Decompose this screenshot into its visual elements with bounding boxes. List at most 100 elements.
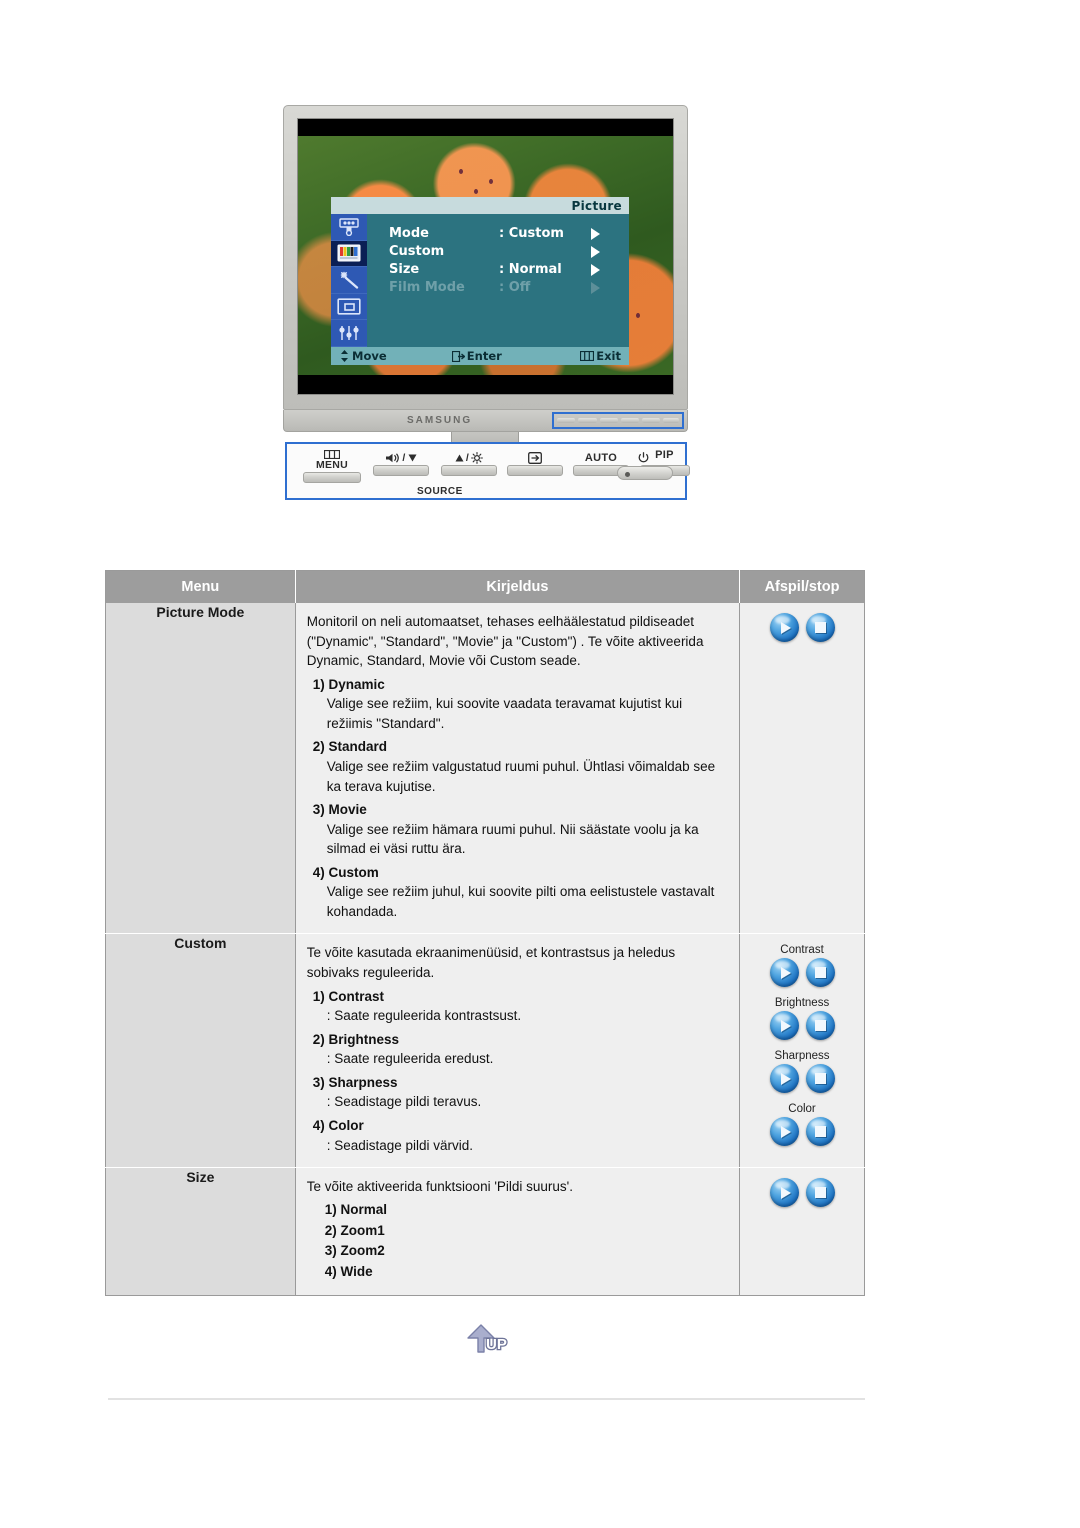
description-item-body: : Seadistage pildi teravus.	[326, 1094, 482, 1110]
description-intro: Te võite aktiveerida funktsiooni 'Pildi …	[306, 1179, 574, 1195]
auto-button-label: AUTO	[584, 452, 618, 464]
table-row: Size Te võite aktiveerida funktsiooni 'P…	[105, 1167, 865, 1296]
osd-footer-exit: Exit	[559, 349, 621, 363]
osd-item-list: Mode : Custom Custom Size : Normal Film …	[367, 214, 629, 347]
display-settings-icon[interactable]	[331, 214, 367, 241]
stop-icon[interactable]	[805, 1178, 835, 1208]
osd-row-mode[interactable]: Mode : Custom	[389, 225, 629, 242]
size-option: 4) Wide	[324, 1264, 373, 1280]
power-led	[625, 471, 630, 477]
table-header-row: Menu Kirjeldus Afspil/stop	[105, 570, 865, 603]
osd-body: Mode : Custom Custom Size : Normal Film …	[331, 214, 629, 347]
chevron-right-icon	[591, 263, 600, 276]
description-item-head: 2) Standard	[312, 739, 387, 755]
play-icon[interactable]	[769, 958, 799, 988]
mute-down-button[interactable]: /	[371, 452, 431, 476]
column-header-menu: Menu	[105, 570, 296, 603]
description-item-body: : Saate reguleerida kontrastsust.	[326, 1008, 522, 1024]
playstop-picture-mode	[739, 603, 865, 935]
column-header-playstop: Afspil/stop	[739, 570, 865, 603]
osd-title: Picture	[571, 198, 622, 213]
osd-menu: Picture Mode: Custom Custom Size: Norm…	[331, 197, 629, 365]
monitor-bezel: Picture Mode: Custom Custom Size: Norm…	[283, 105, 688, 410]
back-to-top-button[interactable]: UP UP	[462, 1322, 514, 1356]
osd-footer-move: Move	[339, 349, 452, 363]
chevron-up-icon	[455, 454, 464, 462]
up-brightness-button[interactable]: /	[439, 452, 499, 476]
power-button[interactable]	[617, 466, 673, 480]
osd-footer-enter: Enter	[451, 349, 559, 363]
chin-button[interactable]	[599, 418, 618, 423]
chin-button[interactable]	[620, 418, 640, 423]
play-icon[interactable]	[769, 1117, 799, 1147]
play-icon[interactable]	[769, 1178, 799, 1208]
description-item: 3) Sharpness : Seadistage pildi teravus.	[307, 1073, 729, 1112]
enter-source-key-cap[interactable]	[507, 465, 563, 476]
up-button-label-outline: UP	[486, 1336, 507, 1353]
description-item: 2) Standard Valige see režiim valgustatu…	[307, 737, 729, 796]
play-stop-group	[740, 1178, 864, 1212]
osd-title-bar: Picture	[331, 197, 629, 214]
stop-icon[interactable]	[805, 1011, 835, 1041]
play-icon[interactable]	[769, 613, 799, 642]
enter-source-button[interactable]	[505, 452, 565, 476]
osd-row-label: Size	[389, 262, 420, 277]
up-brightness-button-label: /	[465, 452, 470, 464]
mute-down-key-cap[interactable]	[373, 465, 429, 476]
description-item: 1) Dynamic Valige see režiim, kui soovit…	[307, 675, 729, 734]
chin-button[interactable]	[578, 418, 597, 423]
osd-row-value: : Custom	[499, 226, 564, 241]
stop-icon[interactable]	[805, 958, 835, 988]
osd-footer-enter-label: Enter	[466, 349, 502, 363]
play-stop-group-brightness: Brightness	[740, 997, 864, 1045]
play-stop-group-sharpness: Sharpness	[740, 1050, 864, 1098]
chin-button[interactable]	[642, 418, 661, 423]
stop-icon[interactable]	[805, 1117, 835, 1147]
color-bars-icon[interactable]	[331, 240, 367, 268]
description-item-head: 1) Contrast	[312, 988, 384, 1004]
play-group-label: Sharpness	[774, 1050, 830, 1063]
table-row: Custom Te võite kasutada ekraanimenüüsid…	[105, 933, 865, 1169]
enter-source-icon	[528, 452, 542, 464]
menu-icon	[324, 450, 340, 459]
osd-row-film-mode: Film Mode : Off	[389, 279, 629, 296]
osd-footer: Move Enter Exit	[331, 347, 629, 365]
chin-power-button[interactable]	[663, 418, 680, 423]
description-intro: Te võite kasutada ekraanimenüüsid, et ko…	[306, 945, 676, 980]
play-icon[interactable]	[769, 1064, 799, 1094]
playstop-size	[739, 1167, 865, 1296]
monitor-screen: Picture Mode: Custom Custom Size: Norm…	[297, 118, 674, 395]
menu-name-custom: Custom	[105, 933, 296, 1169]
menu-key-cap[interactable]	[303, 472, 361, 483]
description-item: 4) Custom Valige see režiim juhul, kui s…	[307, 863, 729, 922]
stop-icon[interactable]	[805, 613, 835, 642]
play-icon[interactable]	[769, 1011, 799, 1041]
osd-footer-move-label: Move	[352, 349, 387, 363]
description-item: 4) Color : Seadistage pildi värvid.	[307, 1116, 729, 1155]
mute-icon	[386, 453, 400, 463]
up-brightness-key-cap[interactable]	[441, 465, 497, 476]
size-option: 3) Zoom2	[324, 1243, 385, 1259]
description-picture-mode: Monitoril on neli automaatset, tehases e…	[295, 603, 741, 935]
play-group-label: Brightness	[774, 997, 830, 1010]
play-stop-group	[740, 613, 864, 647]
monitor-chin: SAMSUNG	[283, 410, 688, 432]
description-item: 1) Contrast : Saate reguleerida kontrast…	[307, 987, 729, 1026]
size-option-list: 1) Normal 2) Zoom1 3) Zoom2 4) Wide	[307, 1200, 729, 1284]
play-group-label: Contrast	[780, 944, 824, 957]
osd-row-size[interactable]: Size : Normal	[389, 261, 629, 278]
description-size: Te võite aktiveerida funktsiooni 'Pildi …	[295, 1167, 741, 1296]
osd-row-custom[interactable]: Custom	[389, 243, 629, 260]
play-stop-group-color: Color	[740, 1103, 864, 1151]
monitor-button-highlight	[552, 412, 684, 429]
description-custom: Te võite kasutada ekraanimenüüsid, et ko…	[295, 933, 741, 1169]
stop-icon[interactable]	[805, 1064, 835, 1094]
play-stop-group-contrast: Contrast	[740, 944, 864, 992]
table-row: Picture Mode Monitoril on neli automaats…	[105, 603, 865, 935]
pip-icon[interactable]	[331, 294, 367, 321]
chin-button[interactable]	[557, 418, 576, 423]
menu-button[interactable]: MENU	[301, 450, 363, 483]
magic-wand-icon[interactable]	[331, 267, 367, 294]
setup-sliders-icon[interactable]	[331, 320, 367, 347]
description-item: 3) Movie Valige see režiim hämara ruumi …	[307, 800, 729, 859]
